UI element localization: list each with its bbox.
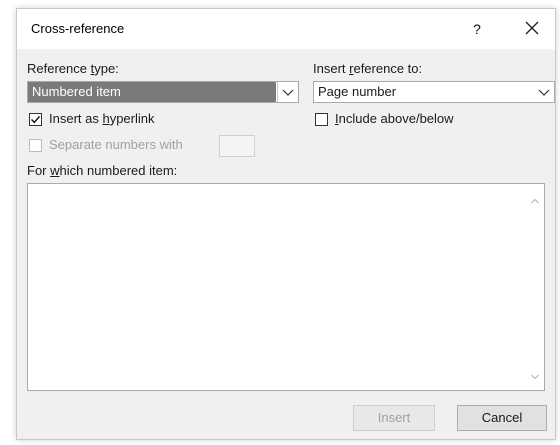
insert-reference-to-dropdown-button[interactable]	[534, 82, 554, 102]
insert-button[interactable]: Insert	[353, 405, 435, 431]
scroll-up-button[interactable]	[530, 194, 540, 204]
separate-numbers-input[interactable]	[219, 135, 255, 157]
which-item-label: For which numbered item:	[27, 163, 178, 178]
cross-reference-dialog: Cross-reference ? Reference type: Number…	[16, 8, 556, 440]
cancel-button[interactable]: Cancel	[457, 405, 547, 431]
close-button[interactable]	[517, 15, 547, 43]
insert-as-hyperlink-checkbox[interactable]	[29, 113, 42, 126]
insert-reference-to-value: Page number	[318, 84, 397, 99]
include-above-below-checkbox[interactable]	[315, 113, 328, 126]
insert-as-hyperlink-label: Insert as hyperlink	[49, 111, 155, 126]
separate-numbers-label: Separate numbers with	[49, 137, 183, 152]
chevron-down-icon	[282, 89, 294, 96]
close-icon	[525, 21, 539, 35]
reference-type-value: Numbered item	[28, 82, 276, 102]
numbered-item-list[interactable]	[27, 183, 545, 391]
reference-type-dropdown-button[interactable]	[277, 82, 298, 102]
insert-reference-to-dropdown[interactable]: Page number	[313, 81, 555, 103]
title-bar: Cross-reference ?	[17, 9, 555, 49]
insert-reference-to-label: Insert reference to:	[313, 61, 423, 76]
chevron-up-icon	[531, 198, 539, 204]
dialog-title: Cross-reference	[31, 21, 125, 36]
chevron-down-icon	[538, 89, 550, 96]
scroll-down-button[interactable]	[530, 370, 540, 380]
reference-type-label: Reference type:	[27, 61, 119, 76]
include-above-below-label: Include above/below	[335, 111, 454, 126]
checkmark-icon	[31, 116, 41, 124]
chevron-down-icon	[531, 374, 539, 380]
help-button[interactable]: ?	[465, 17, 489, 41]
separate-numbers-checkbox[interactable]	[29, 139, 42, 152]
reference-type-dropdown[interactable]: Numbered item	[27, 81, 299, 103]
